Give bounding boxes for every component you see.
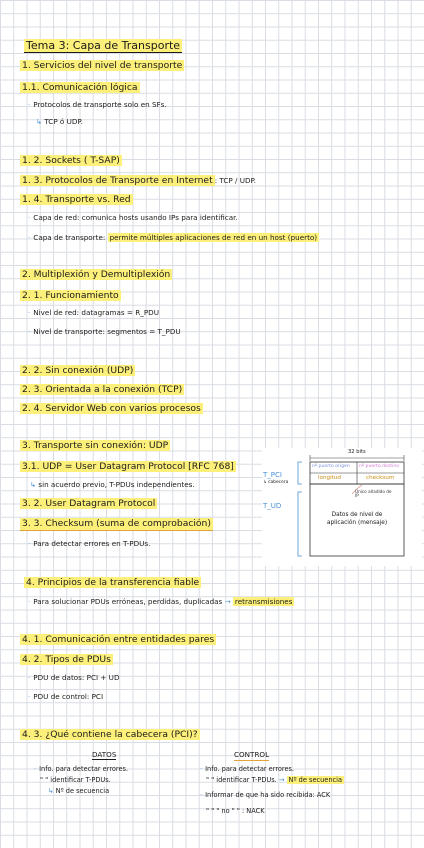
section-3-3-heading: 3. 3. Checksum (suma de comprobación): [20, 518, 213, 531]
page-title: Tema 3: Capa de Transporte: [24, 39, 183, 53]
section-3-heading: 3. Transporte sin conexión: UDP: [20, 440, 171, 451]
arrow-right-icon: →: [278, 776, 285, 784]
arrow-icon: ↳: [30, 480, 37, 489]
sub-sin-acuerdo: ↳ sin acuerdo previo, T-PDUs independien…: [30, 480, 195, 489]
bullet-pdu-control: · PDU de control: PCI: [28, 692, 104, 701]
bullet-dot: ·: [28, 213, 31, 222]
t-pci-note: ↳ cabecera: [263, 480, 289, 485]
bullet-nivel-transporte: · Nivel de transporte: segmentos = T_PDU: [28, 327, 181, 336]
bullet-nivel-red: · Nivel de red: datagramas = R_PDU: [28, 308, 159, 317]
section-1-2-heading: 1. 2. Sockets ( T-SAP): [20, 155, 122, 166]
section-3-1-heading: 3.1. UDP = User Datagram Protocol [RFC 7…: [20, 461, 236, 472]
bullet-capa-red: · Capa de red: comunica hosts usando IPs …: [28, 213, 238, 222]
section-1-3-heading: 1. 3. Protocolos de Transporte en Intern…: [20, 175, 256, 186]
bullet-dot: ·: [28, 673, 31, 682]
udp-segment-diagram: 32 bits nº puerto origen nº puerto desti…: [262, 448, 422, 566]
datos-bullet-errores: · Info. para detectar errores.: [34, 765, 129, 773]
section-2-3-heading: 2. 3. Orientada a la conexión (TCP): [20, 384, 185, 395]
bullet-dot: ·: [34, 765, 37, 773]
bullet-dot: ·: [28, 597, 31, 606]
datos-sub-secuencia: ↳ Nº de secuencia: [48, 787, 110, 795]
field-src-port: nº puerto origen: [312, 464, 350, 469]
control-bullet-ack: · Informar de que ha sido recibida: ACK: [200, 791, 331, 799]
section-2-4-heading: 2. 4. Servidor Web con varios procesos: [20, 403, 203, 414]
section-1-1-heading: 1.1. Comunicación lógica: [20, 82, 140, 93]
arrow-icon: ↳: [48, 787, 54, 795]
bullet-dot: ·: [200, 791, 203, 799]
bullet-dot: ·: [28, 692, 31, 701]
col-control-heading: CONTROL: [234, 750, 270, 761]
ud-bracket: [297, 491, 302, 557]
bullet-dot: ·: [28, 327, 31, 336]
data-label: Datos de nivel de aplicación (mensaje): [326, 512, 388, 526]
datos-bullet-identificar: " " identificar T-PDUs.: [40, 776, 111, 784]
arrow-icon: ↳: [36, 117, 43, 126]
bullet-pdu-datos: · PDU de datos: PCI + UD: [28, 673, 120, 682]
t-pci-label: T_PCI: [263, 471, 282, 479]
section-2-heading: 2. Multiplexión y Demultiplexión: [20, 269, 173, 280]
section-1-heading: 1. Servicios del nivel de transporte: [20, 60, 185, 71]
control-bullet-errores: · Info. para detectar errores.: [200, 765, 295, 773]
bullet-dot: ·: [200, 765, 203, 773]
field-dst-port: nº puerto destino: [359, 464, 400, 469]
field-checksum: checksum: [366, 475, 395, 481]
section-3-2-heading: 3. 2. User Datagram Protocol: [20, 498, 158, 509]
section-2-1-heading: 2. 1. Funcionamiento: [20, 290, 121, 301]
bullet-dot: ·: [28, 233, 31, 242]
section-1-4-heading: 1. 4. Transporte vs. Red: [20, 194, 133, 205]
bullet-protocolos: · Protocolos de transporte solo en SFs.: [28, 100, 167, 109]
field-length: longitud: [318, 475, 341, 481]
t-ud-label: T_UD: [263, 502, 282, 510]
section-4-3-heading: 4. 3. ¿Qué contiene la cabecera (PCI)?: [20, 729, 200, 740]
section-4-2-heading: 4. 2. Tipos de PDUs: [20, 654, 113, 665]
bullet-dot: ·: [28, 308, 31, 317]
bits-label: 32 bits: [348, 449, 366, 455]
control-bullet-identificar: " " identificar T-PDUs. → Nº de secuenci…: [206, 776, 345, 784]
bullet-capa-transporte: · Capa de transporte: permite múltiples a…: [28, 233, 320, 242]
section-2-2-heading: 2. 2. Sin conexión (UDP): [20, 365, 136, 376]
section-4-1-heading: 4. 1. Comunicación entre entidades pares: [20, 634, 217, 645]
bullet-dot: ·: [28, 539, 31, 548]
bullet-dot: ·: [28, 100, 31, 109]
bullet-checksum: · Para detectar errores en T-PDUs.: [28, 539, 151, 548]
sub-tcp-udp: ↳ TCP ó UDP.: [36, 117, 83, 126]
col-datos-heading: DATOS: [92, 750, 117, 760]
arrow-right-icon: →: [224, 597, 231, 606]
bullet-solucionar: · Para solucionar PDUs erróneas, perdidas…: [28, 597, 295, 606]
control-bullet-nack: " " " no " " : NACK: [206, 807, 265, 815]
header-note: Único añadido de IP: [355, 489, 392, 499]
pci-bracket: [297, 461, 302, 485]
section-4-heading: 4. Principios de la transferencia fiable: [24, 577, 202, 588]
